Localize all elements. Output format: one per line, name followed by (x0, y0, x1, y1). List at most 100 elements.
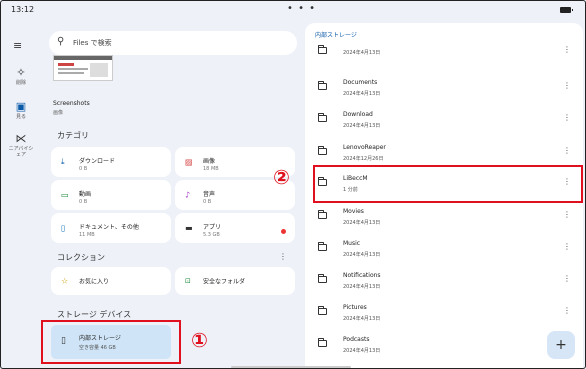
folder-name: Music (343, 240, 361, 247)
collections-heading: コレクション (57, 253, 105, 262)
folder-name: LenovoReaper (343, 144, 386, 151)
notification-dot (281, 229, 286, 234)
rail-item-browse[interactable]: ▣ 見る (1, 100, 41, 121)
folder-row[interactable]: 2024年4月13日 ⋮ (305, 35, 583, 69)
star-icon: ☆ (61, 276, 69, 286)
search-bar[interactable]: ⚲ Files で検索 (49, 31, 297, 55)
folder-row-music[interactable]: Music 2024年4月13日 ⋮ (305, 232, 583, 266)
folder-name: Notifications (343, 272, 381, 279)
more-options-icon[interactable]: ⋮ (563, 45, 571, 54)
category-documents[interactable]: ▯ ドキュメント、その他 11 MB (51, 213, 171, 243)
multitask-dots[interactable]: • • • (287, 3, 316, 14)
screenshots-thumbnail[interactable] (53, 55, 113, 81)
category-apps[interactable]: ▬ アプリ 5.3 GB (175, 213, 295, 243)
folder-date: 2024年4月13日 (343, 316, 381, 322)
folder-name: Movies (343, 208, 364, 215)
folder-icon (317, 81, 327, 90)
navigation-rail: ≡ ✧ 削除 ▣ 見る ⋉ ニアバイシェア (1, 23, 41, 368)
highlight-box-2 (313, 165, 583, 203)
folder-icon (317, 274, 327, 283)
folder-date: 2024年4月13日 (343, 50, 381, 56)
nearby-share-icon: ⋉ (15, 132, 27, 145)
categories-heading: カテゴリ (57, 131, 89, 140)
folder-row-download[interactable]: Download 2024年4月13日 ⋮ (305, 103, 583, 137)
document-icon: ▯ (61, 223, 66, 233)
rail-item-nearby-share[interactable]: ⋉ ニアバイシェア (1, 132, 41, 159)
search-icon: ⚲ (57, 36, 65, 47)
folder-row-notifications[interactable]: Notifications 2024年4月13日 ⋮ (305, 264, 583, 298)
category-size: 18 MB (203, 166, 219, 172)
folder-name: Pictures (343, 304, 367, 311)
category-size: 0 B (79, 199, 88, 205)
category-size: 5.3 GB (203, 232, 220, 238)
browse-pane: ⚲ Files で検索 Screenshots 画像 カテゴリ ⤓ ダウンロード… (41, 23, 301, 368)
folder-date: 2024年4月13日 (343, 252, 381, 258)
scrollbar[interactable] (231, 366, 351, 368)
menu-icon[interactable]: ≡ (13, 39, 22, 52)
more-options-icon[interactable]: ⋮ (563, 210, 571, 219)
category-size: 0 B (203, 199, 212, 205)
category-downloads[interactable]: ⤓ ダウンロード 0 B (51, 147, 171, 177)
folder-name: Documents (343, 79, 378, 86)
more-options-icon[interactable]: ⋮ (563, 274, 571, 283)
folder-date: 2024年4月13日 (343, 91, 381, 97)
screenshots-subtitle: 画像 (53, 110, 64, 116)
category-label: 画像 (203, 158, 216, 165)
folder-date: 2024年4月13日 (343, 348, 381, 354)
screenshots-title: Screenshots (53, 100, 90, 107)
rail-item-clean[interactable]: ✧ 削除 (1, 66, 41, 87)
status-bar: 13:12 • • • (1, 1, 585, 21)
folder-icon (317, 306, 327, 315)
folder-icon (317, 45, 327, 54)
status-time: 13:12 (11, 5, 35, 14)
collection-label: お気に入り (79, 278, 110, 286)
collections-more-icon[interactable]: ⋮ (279, 252, 287, 261)
annotation-number-1: ① (191, 328, 208, 352)
image-icon: ▨ (185, 157, 193, 167)
folder-icon (317, 338, 327, 347)
tablet-screen: 13:12 • • • ≡ ✧ 削除 ▣ 見る ⋉ ニアバイシェア ⚲ File… (0, 0, 586, 369)
folder-date: 2024年12月26日 (343, 156, 384, 162)
category-label: ドキュメント、その他 (79, 224, 139, 231)
category-label: アプリ (203, 224, 222, 231)
storage-devices-heading: ストレージ デバイス (57, 310, 132, 319)
folder-name: Podcasts (343, 336, 370, 343)
annotation-number-2: ② (273, 165, 290, 189)
more-options-icon[interactable]: ⋮ (563, 242, 571, 251)
video-icon: ▭ (61, 190, 69, 200)
rail-label-nearby-share: ニアバイシェア (8, 146, 34, 158)
folder-icon (317, 210, 327, 219)
more-options-icon[interactable]: ⋮ (563, 306, 571, 315)
sparkle-icon: ✧ (16, 66, 26, 79)
folder-row-pictures[interactable]: Pictures 2024年4月13日 ⋮ (305, 296, 583, 330)
category-size: 0 B (79, 166, 88, 172)
category-label: 動画 (79, 191, 92, 198)
search-placeholder: Files で検索 (73, 39, 112, 47)
folder-row-documents[interactable]: Documents 2024年4月13日 ⋮ (305, 71, 583, 105)
collection-safe-folder[interactable]: ⊡ 安全なフォルダ (175, 267, 295, 295)
lock-icon: ⊡ (185, 277, 191, 285)
more-options-icon[interactable]: ⋮ (563, 81, 571, 90)
more-options-icon[interactable]: ⋮ (563, 113, 571, 122)
collection-favorites[interactable]: ☆ お気に入り (51, 267, 171, 295)
highlight-box-1 (41, 320, 181, 364)
file-list-pane: 内部ストレージ 2024年4月13日 ⋮ Documents 2024年4月13… (305, 23, 583, 368)
folder-icon (317, 146, 327, 155)
folder-name: Download (343, 111, 373, 118)
folder-icon (317, 113, 327, 122)
folder-date: 2024年4月13日 (343, 284, 381, 290)
category-videos[interactable]: ▭ 動画 0 B (51, 180, 171, 210)
folder-row-movies[interactable]: Movies 2024年4月13日 ⋮ (305, 200, 583, 234)
category-label: ダウンロード (79, 158, 116, 165)
folder-date: 2024年4月13日 (343, 123, 381, 129)
folder-icon (317, 242, 327, 251)
folder-date: 2024年4月13日 (343, 220, 381, 226)
collection-label: 安全なフォルダ (203, 278, 246, 286)
folder-row-podcasts[interactable]: Podcasts 2024年4月13日 (305, 328, 583, 362)
rail-label-browse: 見る (15, 114, 26, 120)
browse-icon: ▣ (15, 100, 27, 113)
add-button[interactable]: + (547, 331, 575, 359)
category-size: 11 MB (79, 232, 95, 238)
more-options-icon[interactable]: ⋮ (563, 146, 571, 155)
download-icon: ⤓ (61, 157, 65, 166)
